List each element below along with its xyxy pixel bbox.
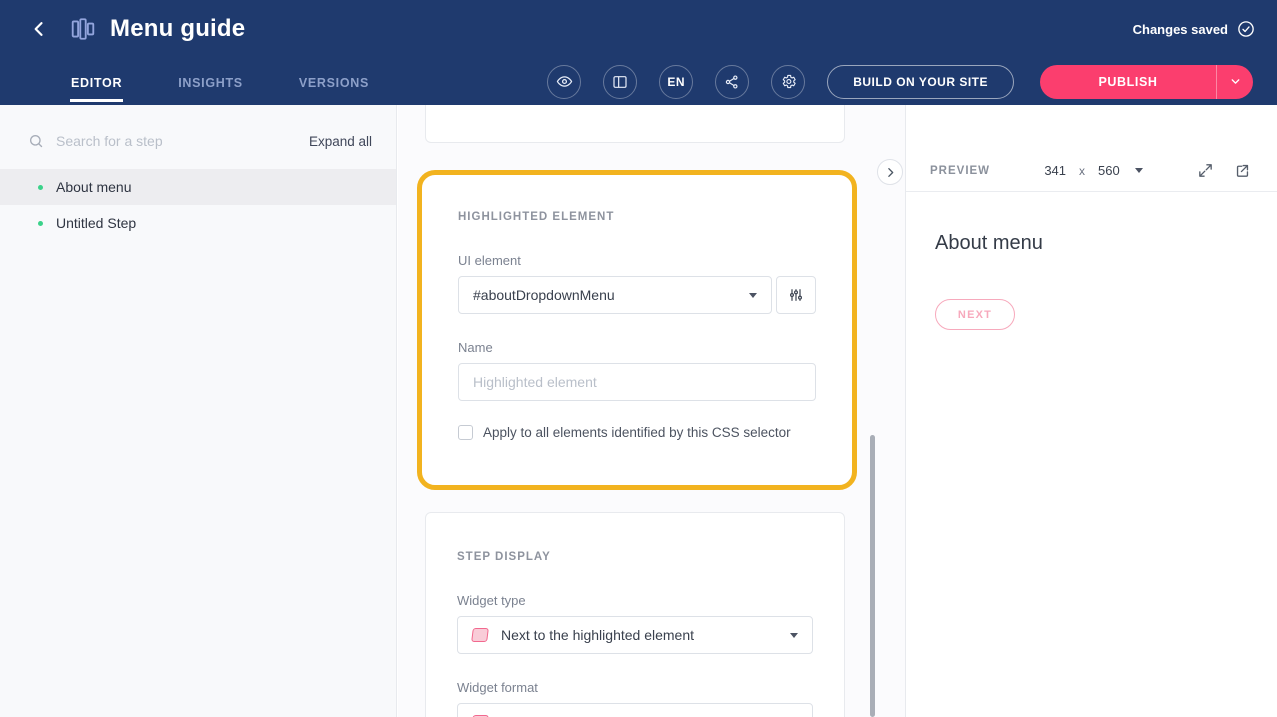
chevron-right-icon (884, 166, 897, 179)
chevron-left-icon (29, 19, 49, 39)
widget-type-label: Widget type (457, 593, 813, 608)
apply-all-label: Apply to all elements identified by this… (483, 425, 791, 440)
name-label: Name (458, 340, 816, 355)
changes-saved-status: Changes saved (1133, 20, 1255, 38)
highlighted-element-card: HIGHLIGHTED ELEMENT UI element #aboutDro… (417, 170, 857, 490)
preview-step-title: About menu (935, 232, 1277, 255)
widget-format-select[interactable] (457, 703, 813, 717)
ui-element-value: #aboutDropdownMenu (473, 287, 749, 303)
steps-sidebar: Expand all About menu Untitled Step (0, 105, 397, 717)
build-on-your-site-button[interactable]: BUILD ON YOUR SITE (827, 65, 1014, 99)
header-tabs: EDITOR INSIGHTS VERSIONS (70, 58, 424, 105)
preview-dimensions-dropdown[interactable]: 341 x 560 (1044, 163, 1142, 178)
section-title: STEP DISPLAY (457, 551, 813, 563)
layout-button[interactable] (603, 65, 637, 99)
dimensions-separator: x (1079, 164, 1085, 178)
ui-element-label: UI element (458, 253, 816, 268)
tab-editor[interactable]: EDITOR (70, 61, 123, 102)
app-logo-icon (70, 16, 96, 42)
step-search-input[interactable] (56, 133, 309, 149)
layout-icon (612, 74, 628, 90)
ui-element-row: #aboutDropdownMenu (458, 276, 816, 314)
external-link-icon[interactable] (1234, 162, 1251, 179)
step-item-label: Untitled Step (56, 215, 136, 231)
header-top-row: Menu guide Changes saved (0, 0, 1277, 58)
sliders-icon (788, 287, 804, 303)
preview-body: About menu NEXT (906, 232, 1277, 330)
step-search-row: Expand all (28, 133, 372, 149)
expand-all-link[interactable]: Expand all (309, 134, 372, 149)
step-list: About menu Untitled Step (0, 169, 396, 241)
publish-dropdown-button[interactable] (1216, 65, 1253, 99)
ui-element-select[interactable]: #aboutDropdownMenu (458, 276, 772, 314)
collapse-preview-button[interactable] (877, 159, 903, 185)
step-status-dot (38, 185, 43, 190)
element-picker-settings-button[interactable] (776, 276, 816, 314)
widget-format-row (457, 703, 813, 717)
highlighted-element-name-input[interactable] (458, 363, 816, 401)
widget-type-value: Next to the highlighted element (501, 627, 790, 643)
step-item-about-menu[interactable]: About menu (0, 169, 396, 205)
chevron-down-icon (1229, 75, 1242, 88)
widget-shape-icon (471, 628, 489, 642)
share-icon (724, 74, 740, 90)
apply-all-row: Apply to all elements identified by this… (458, 425, 816, 440)
widget-type-row: Next to the highlighted element (457, 616, 813, 654)
app-header: Menu guide Changes saved EDITOR INSIGHTS… (0, 0, 1277, 105)
preview-width-value: 341 (1044, 163, 1066, 178)
preview-header: PREVIEW 341 x 560 (906, 150, 1277, 192)
apply-all-checkbox[interactable] (458, 425, 473, 440)
step-status-dot (38, 221, 43, 226)
publish-split-button: PUBLISH (1040, 65, 1253, 99)
chevron-down-icon (1135, 168, 1143, 173)
previous-card-partial (425, 105, 845, 143)
widget-type-select[interactable]: Next to the highlighted element (457, 616, 813, 654)
chevron-down-icon (790, 633, 798, 638)
settings-button[interactable] (771, 65, 805, 99)
step-item-label: About menu (56, 179, 132, 195)
section-title: HIGHLIGHTED ELEMENT (458, 211, 816, 223)
header-bottom-row: EDITOR INSIGHTS VERSIONS EN (0, 58, 1277, 105)
check-circle-icon (1237, 20, 1255, 38)
language-button[interactable]: EN (659, 65, 693, 99)
tab-insights[interactable]: INSIGHTS (177, 61, 244, 102)
back-button[interactable] (26, 16, 52, 42)
preview-panel: PREVIEW 341 x 560 About menu NEXT (905, 105, 1277, 717)
header-icon-buttons: EN (547, 65, 805, 99)
preview-eye-button[interactable] (547, 65, 581, 99)
expand-icon[interactable] (1197, 162, 1214, 179)
eye-icon (556, 73, 573, 90)
main-scrollbar[interactable] (870, 435, 875, 717)
step-item-untitled-step[interactable]: Untitled Step (0, 205, 396, 241)
publish-button[interactable]: PUBLISH (1040, 65, 1216, 99)
step-display-card: STEP DISPLAY Widget type Next to the hig… (425, 512, 845, 717)
search-icon (28, 133, 44, 149)
preview-next-button[interactable]: NEXT (935, 299, 1015, 330)
widget-format-label: Widget format (457, 680, 813, 695)
app-screen: Menu guide Changes saved EDITOR INSIGHTS… (0, 0, 1277, 717)
editor-main: HIGHLIGHTED ELEMENT UI element #aboutDro… (398, 105, 905, 717)
header-actions: EN BUILD ON YOUR SITE PUBLISH (547, 65, 1253, 99)
tab-versions[interactable]: VERSIONS (298, 61, 370, 102)
changes-saved-label: Changes saved (1133, 22, 1228, 37)
page-title: Menu guide (110, 15, 245, 43)
preview-height-value: 560 (1098, 163, 1120, 178)
preview-title: PREVIEW (930, 165, 990, 177)
share-button[interactable] (715, 65, 749, 99)
chevron-down-icon (749, 293, 757, 298)
gear-icon (780, 73, 797, 90)
preview-header-icons (1197, 162, 1251, 179)
